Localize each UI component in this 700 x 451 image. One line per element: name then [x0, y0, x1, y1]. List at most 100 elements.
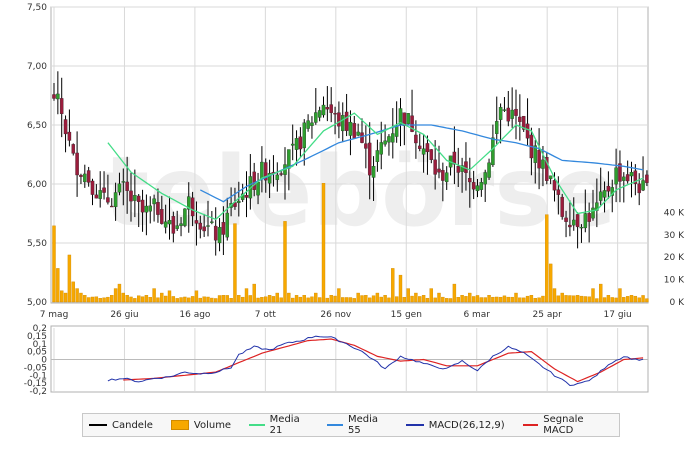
- volume-bar: [267, 295, 272, 303]
- volume-bar: [502, 295, 507, 303]
- candle-body: [67, 131, 72, 141]
- volume-y-tick-label: 40 K: [664, 208, 685, 218]
- volume-bar: [190, 296, 195, 303]
- candle-body: [591, 207, 595, 219]
- volume-bar: [221, 295, 226, 303]
- date-x-tick-label: 17 giu: [604, 310, 632, 320]
- legend-item-macd[interactable]: MACD(26,12,9): [405, 419, 505, 431]
- volume-bar: [233, 223, 237, 303]
- volume-bar: [110, 295, 114, 303]
- candle-body: [314, 112, 318, 123]
- candle-body: [133, 195, 137, 201]
- segnale-macd-line: [123, 338, 644, 383]
- volume-bar: [341, 297, 345, 303]
- candle-body: [325, 107, 330, 110]
- candle-body: [414, 134, 418, 144]
- volume-bar: [448, 298, 453, 303]
- candle-body: [221, 222, 226, 235]
- candle-body: [152, 198, 156, 205]
- candle-body: [52, 94, 56, 99]
- volume-bar: [256, 297, 260, 303]
- date-x-tick-label: 6 mar: [463, 310, 490, 320]
- volume-bar: [452, 283, 457, 303]
- volume-bar: [433, 297, 437, 303]
- legend-item-segnale[interactable]: Segnale MACD: [522, 414, 607, 436]
- volume-bar: [622, 297, 626, 303]
- candle-body: [506, 107, 511, 122]
- volume-bar: [410, 295, 414, 303]
- volume-bar: [371, 295, 376, 303]
- legend-label-segnale: Segnale MACD: [543, 414, 584, 436]
- volume-bar: [317, 297, 322, 303]
- volume-y-tick-label: 20 K: [664, 253, 685, 263]
- candle-body: [202, 226, 206, 232]
- candle-body: [394, 125, 399, 137]
- volume-bar: [579, 295, 584, 303]
- candle-body: [198, 222, 203, 230]
- legend-label-macd: MACD(26,12,9): [428, 419, 505, 431]
- volume-bar: [291, 297, 295, 303]
- candle-body: [183, 208, 187, 226]
- volume-bar: [52, 225, 56, 303]
- volume-bar: [606, 295, 611, 303]
- candle-body: [379, 142, 383, 155]
- candle-body: [310, 122, 314, 126]
- candle-body: [90, 180, 95, 195]
- volume-bar: [406, 288, 410, 303]
- volume-bar: [614, 297, 618, 303]
- candle-body: [237, 200, 241, 203]
- candle-body: [110, 205, 114, 208]
- volume-bar: [475, 295, 480, 303]
- candle-body: [83, 173, 87, 183]
- candle-body: [514, 108, 518, 116]
- candle-body: [206, 225, 210, 227]
- candle-body: [252, 171, 256, 190]
- candle-body: [71, 144, 76, 154]
- volume-bar: [229, 298, 233, 303]
- volume-bar: [213, 298, 218, 303]
- volume-bar: [237, 295, 241, 303]
- candle-body: [333, 113, 337, 115]
- candle-body: [121, 181, 126, 183]
- legend-item-volume[interactable]: Volume: [170, 420, 231, 431]
- candle-body: [583, 213, 588, 229]
- candle-body: [367, 142, 372, 176]
- volume-bar: [525, 295, 530, 303]
- legend-item-candele[interactable]: Candele: [89, 420, 153, 431]
- candle-body: [106, 197, 110, 203]
- legend-swatch-media55: [327, 424, 343, 426]
- volume-bar: [294, 295, 299, 303]
- candle-body: [421, 148, 426, 155]
- volume-bar: [548, 263, 553, 303]
- volume-bar: [583, 296, 587, 303]
- candle-body: [225, 212, 229, 238]
- volume-bar: [79, 292, 83, 303]
- volume-bar: [487, 295, 491, 303]
- candle-body: [498, 107, 503, 120]
- volume-bar: [302, 295, 306, 303]
- volume-y-tick-label: 30 K: [664, 231, 685, 241]
- candle-body: [391, 133, 395, 143]
- candle-body: [337, 112, 341, 127]
- candle-body: [210, 221, 214, 223]
- legend-item-media21[interactable]: Media 21: [249, 414, 309, 436]
- price-y-tick-label: 7,00: [27, 62, 47, 72]
- volume-bar: [225, 295, 229, 303]
- volume-bar: [479, 297, 484, 303]
- candle-body: [129, 190, 133, 202]
- candle-body: [602, 190, 607, 198]
- candle-body: [356, 131, 360, 136]
- volume-bar: [645, 298, 649, 303]
- legend-item-media55[interactable]: Media 55: [327, 414, 387, 436]
- volume-bar: [375, 292, 380, 303]
- candle-body: [510, 109, 514, 119]
- volume-bar: [460, 295, 464, 303]
- volume-bar: [202, 296, 206, 303]
- legend-swatch-volume: [170, 420, 189, 430]
- volume-bar: [125, 295, 129, 303]
- volume-bar: [136, 295, 141, 303]
- volume-bar: [287, 292, 291, 303]
- volume-bar: [160, 292, 164, 303]
- candle-body: [375, 150, 380, 162]
- volume-bar: [564, 295, 568, 303]
